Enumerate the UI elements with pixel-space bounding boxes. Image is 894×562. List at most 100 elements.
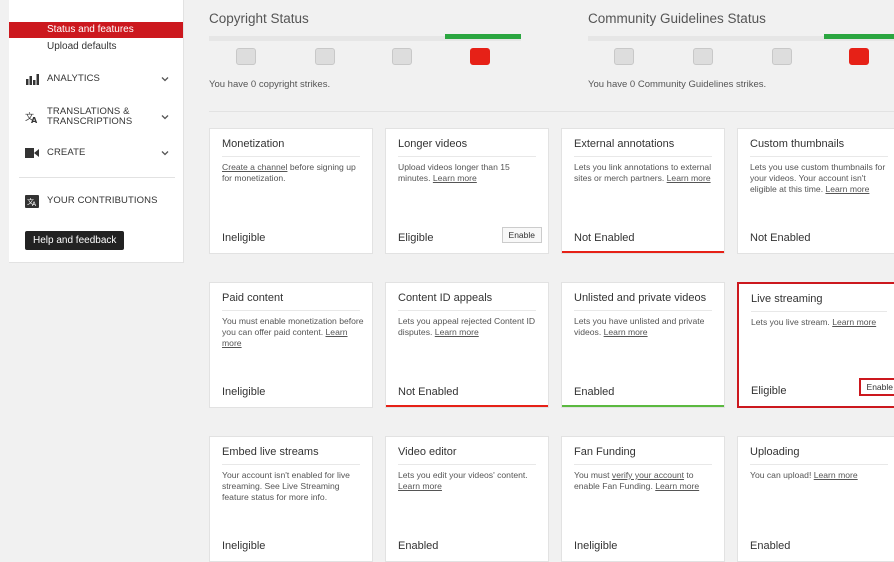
feature-card-link[interactable]: Learn more [832,317,876,327]
nav-create[interactable]: CREATE [25,146,170,160]
feature-card: Fan Funding You must verify your account … [561,436,725,562]
feature-card-description: You can upload! Learn more [750,470,892,481]
chevron-down-icon[interactable] [160,74,170,84]
feature-card-title: Unlisted and private videos [574,292,707,304]
feature-card-status: Enabled [398,540,439,552]
feature-card-text: You can upload! [750,470,814,480]
feature-card: Video editor Lets you edit your videos' c… [385,436,549,562]
feature-card-divider [574,310,712,311]
sidebar-divider [19,177,175,178]
feature-card-link[interactable]: Create a channel [222,162,287,172]
neutral-face-icon [392,48,412,65]
feature-card: Longer videos Upload videos longer than 1… [385,128,549,254]
feature-card-text: Lets you edit your videos' content. [398,470,528,480]
svg-text:A: A [31,116,38,124]
feature-card-link[interactable]: Learn more [435,327,479,337]
neutral-face-icon [693,48,713,65]
feature-card-status: Not Enabled [574,232,635,244]
community-status-bar [588,34,894,41]
feature-card: Monetization Create a channel before sign… [209,128,373,254]
feature-card-description: Lets you appeal rejected Content ID disp… [398,316,540,338]
feature-card-status: Not Enabled [398,386,459,398]
enable-button[interactable]: Enable [501,227,542,243]
feature-card-title: Custom thumbnails [750,138,845,150]
nav-analytics[interactable]: ANALYTICS [25,72,170,86]
feature-card-text: Lets you live stream. [751,317,833,327]
feature-card-status: Ineligible [222,386,266,398]
community-level-indicator [824,34,894,39]
nav-upload-defaults[interactable]: Upload defaults [47,40,117,54]
feature-card-link[interactable]: Learn more [398,481,442,491]
feature-card: Embed live streams Your account isn't ena… [209,436,373,562]
feature-card-description: Your account isn't enabled for live stre… [222,470,364,503]
section-divider [209,111,894,112]
neutral-face-icon [315,48,335,65]
neutral-face-icon [614,48,634,65]
feature-card-description: Lets you edit your videos' content. Lear… [398,470,540,492]
feature-card-title: Embed live streams [222,446,319,458]
chevron-down-icon[interactable] [160,148,170,158]
feature-card-link[interactable]: Learn more [604,327,648,337]
feature-card-status-bar [562,251,724,253]
feature-card-status: Ineligible [222,540,266,552]
nav-your-contributions[interactable]: 文A YOUR CONTRIBUTIONS [25,194,170,208]
community-status-title: Community Guidelines Status [588,11,766,26]
feature-card-link[interactable]: verify your account [612,470,684,480]
feature-card: Custom thumbnails Lets you use custom thu… [737,128,894,254]
help-and-feedback-button[interactable]: Help and feedback [25,231,125,250]
feature-card-text: Your account isn't enabled for live stre… [222,470,350,502]
nav-status-and-features[interactable]: Status and features [9,22,183,38]
nav-contributions-label: YOUR CONTRIBUTIONS [47,195,158,206]
feature-card-text: You must [574,470,612,480]
chevron-down-icon[interactable] [160,112,170,122]
feature-card-title: Content ID appeals [398,292,493,304]
feature-card-divider [574,464,712,465]
feature-card-status: Eligible [398,232,434,244]
copyright-status-bar [209,34,521,41]
feature-card-description: Lets you link annotations to external si… [574,162,716,184]
feature-card-status: Ineligible [574,540,618,552]
happy-face-icon [849,48,869,65]
feature-card-description: Create a channel before signing up for m… [222,162,364,184]
feature-card-description: Lets you live stream. Learn more [751,317,891,328]
happy-face-icon [470,48,490,65]
feature-card-description: You must enable monetization before you … [222,316,364,349]
feature-card-title: Video editor [398,446,457,458]
feature-card-link[interactable]: Learn more [655,481,699,491]
feature-card-divider [398,156,536,157]
neutral-face-icon [236,48,256,65]
feature-card-divider [398,464,536,465]
feature-card-status: Eligible [751,385,787,397]
feature-card-description: Lets you have unlisted and private video… [574,316,716,338]
nav-analytics-label: ANALYTICS [47,73,100,84]
feature-card-title: Paid content [222,292,284,304]
feature-card-link[interactable]: Learn more [433,173,477,183]
feature-card-link[interactable]: Learn more [667,173,711,183]
feature-card-divider [751,311,887,312]
feature-card: Uploading You can upload! Learn more Enabl… [737,436,894,562]
enable-button[interactable]: Enable [858,378,894,396]
feature-card-divider [222,310,360,311]
feature-card-status: Not Enabled [750,232,811,244]
feature-card-divider [398,310,536,311]
nav-translations[interactable]: 文A TRANSLATIONS & TRANSCRIPTIONS [25,107,170,127]
feature-card-link[interactable]: Learn more [825,184,869,194]
feature-card: Live streaming Lets you live stream. Lear… [737,282,894,408]
feature-card-status-bar [386,405,548,407]
feature-card-title: Live streaming [751,293,823,305]
feature-card-divider [222,156,360,157]
feature-card-title: Monetization [222,138,285,150]
nav-translations-label: TRANSLATIONS & TRANSCRIPTIONS [47,106,133,127]
feature-card-link[interactable]: Learn more [814,470,858,480]
feature-card-divider [750,156,888,157]
neutral-face-icon [772,48,792,65]
feature-card-status: Ineligible [222,232,266,244]
video-camera-icon [25,146,39,160]
nav-create-label: CREATE [47,147,86,158]
feature-card-divider [574,156,712,157]
feature-card: Unlisted and private videos Lets you have… [561,282,725,408]
translate-icon: 文A [25,110,39,124]
feature-card-title: External annotations [574,138,675,150]
copyright-strikes-text: You have 0 copyright strikes. [209,79,331,90]
sidebar: Status and features Upload defaults ANAL… [9,0,184,263]
